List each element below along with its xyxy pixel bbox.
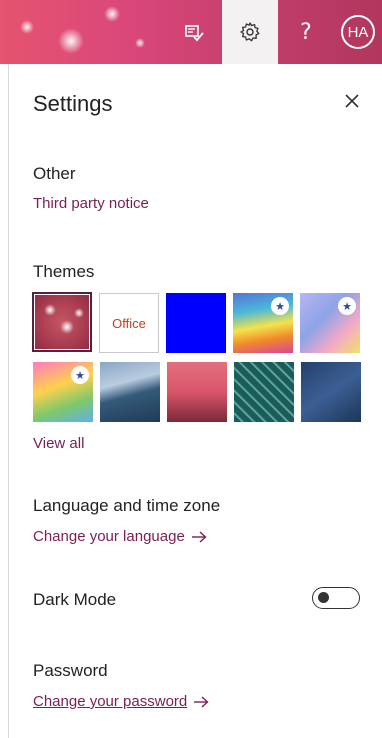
change-language-label: Change your language (33, 528, 185, 545)
view-all-themes-link[interactable]: View all (33, 435, 84, 452)
third-party-notice-label: Third party notice (33, 195, 149, 212)
settings-panel: Settings Other Third party notice Themes… (9, 64, 382, 738)
bokeh-glow (20, 20, 34, 34)
theme-mountains[interactable] (100, 362, 160, 422)
theme-circuit[interactable] (234, 362, 294, 422)
bokeh-glow (135, 38, 145, 48)
theme-rainbow[interactable]: ★ (233, 293, 293, 353)
arrow-right-icon (193, 695, 209, 708)
settings-button[interactable] (222, 0, 278, 64)
page-title: Settings (33, 91, 113, 116)
theme-office-label: Office (112, 315, 146, 331)
avatar: HA (341, 15, 375, 49)
password-heading: Password (33, 661, 108, 680)
theme-palm-sunset[interactable] (167, 362, 227, 422)
dark-mode-heading: Dark Mode (33, 590, 117, 609)
close-button[interactable] (340, 89, 364, 113)
third-party-notice-link[interactable]: Third party notice (33, 195, 149, 212)
settings-gear-icon (240, 22, 260, 42)
themes-heading: Themes (33, 262, 95, 281)
view-all-label: View all (33, 435, 85, 452)
theme-blue[interactable] (166, 293, 226, 353)
star-badge-icon: ★ (71, 366, 89, 384)
header-bar: ? HA (0, 0, 382, 64)
account-button[interactable]: HA (334, 0, 382, 64)
help-button[interactable]: ? (278, 0, 334, 64)
star-badge-icon: ★ (338, 297, 356, 315)
bokeh-glow (58, 28, 84, 54)
theme-unicorn[interactable]: ★ (33, 362, 93, 422)
theme-blueprint[interactable] (301, 362, 361, 422)
change-password-link[interactable]: Change your password (33, 693, 209, 710)
theme-office[interactable]: Office (99, 293, 159, 353)
tasks-icon (184, 25, 204, 42)
arrow-right-icon (191, 530, 207, 543)
bokeh-glow (104, 6, 120, 22)
other-heading: Other (33, 164, 76, 183)
close-icon (345, 94, 359, 108)
theme-bokeh-pink[interactable] (32, 292, 92, 352)
theme-swirl[interactable]: ★ (300, 293, 360, 353)
star-badge-icon: ★ (271, 297, 289, 315)
language-heading: Language and time zone (33, 496, 221, 515)
help-icon: ? (300, 19, 312, 45)
change-language-link[interactable]: Change your language (33, 528, 207, 545)
avatar-initials: HA (347, 23, 369, 41)
change-password-label: Change your password (33, 693, 188, 710)
tasks-button[interactable] (165, 0, 222, 64)
dark-mode-toggle[interactable] (312, 587, 360, 609)
toggle-knob (318, 592, 329, 603)
settings-window: ? HA Settings Other Third party notice T… (0, 0, 382, 738)
